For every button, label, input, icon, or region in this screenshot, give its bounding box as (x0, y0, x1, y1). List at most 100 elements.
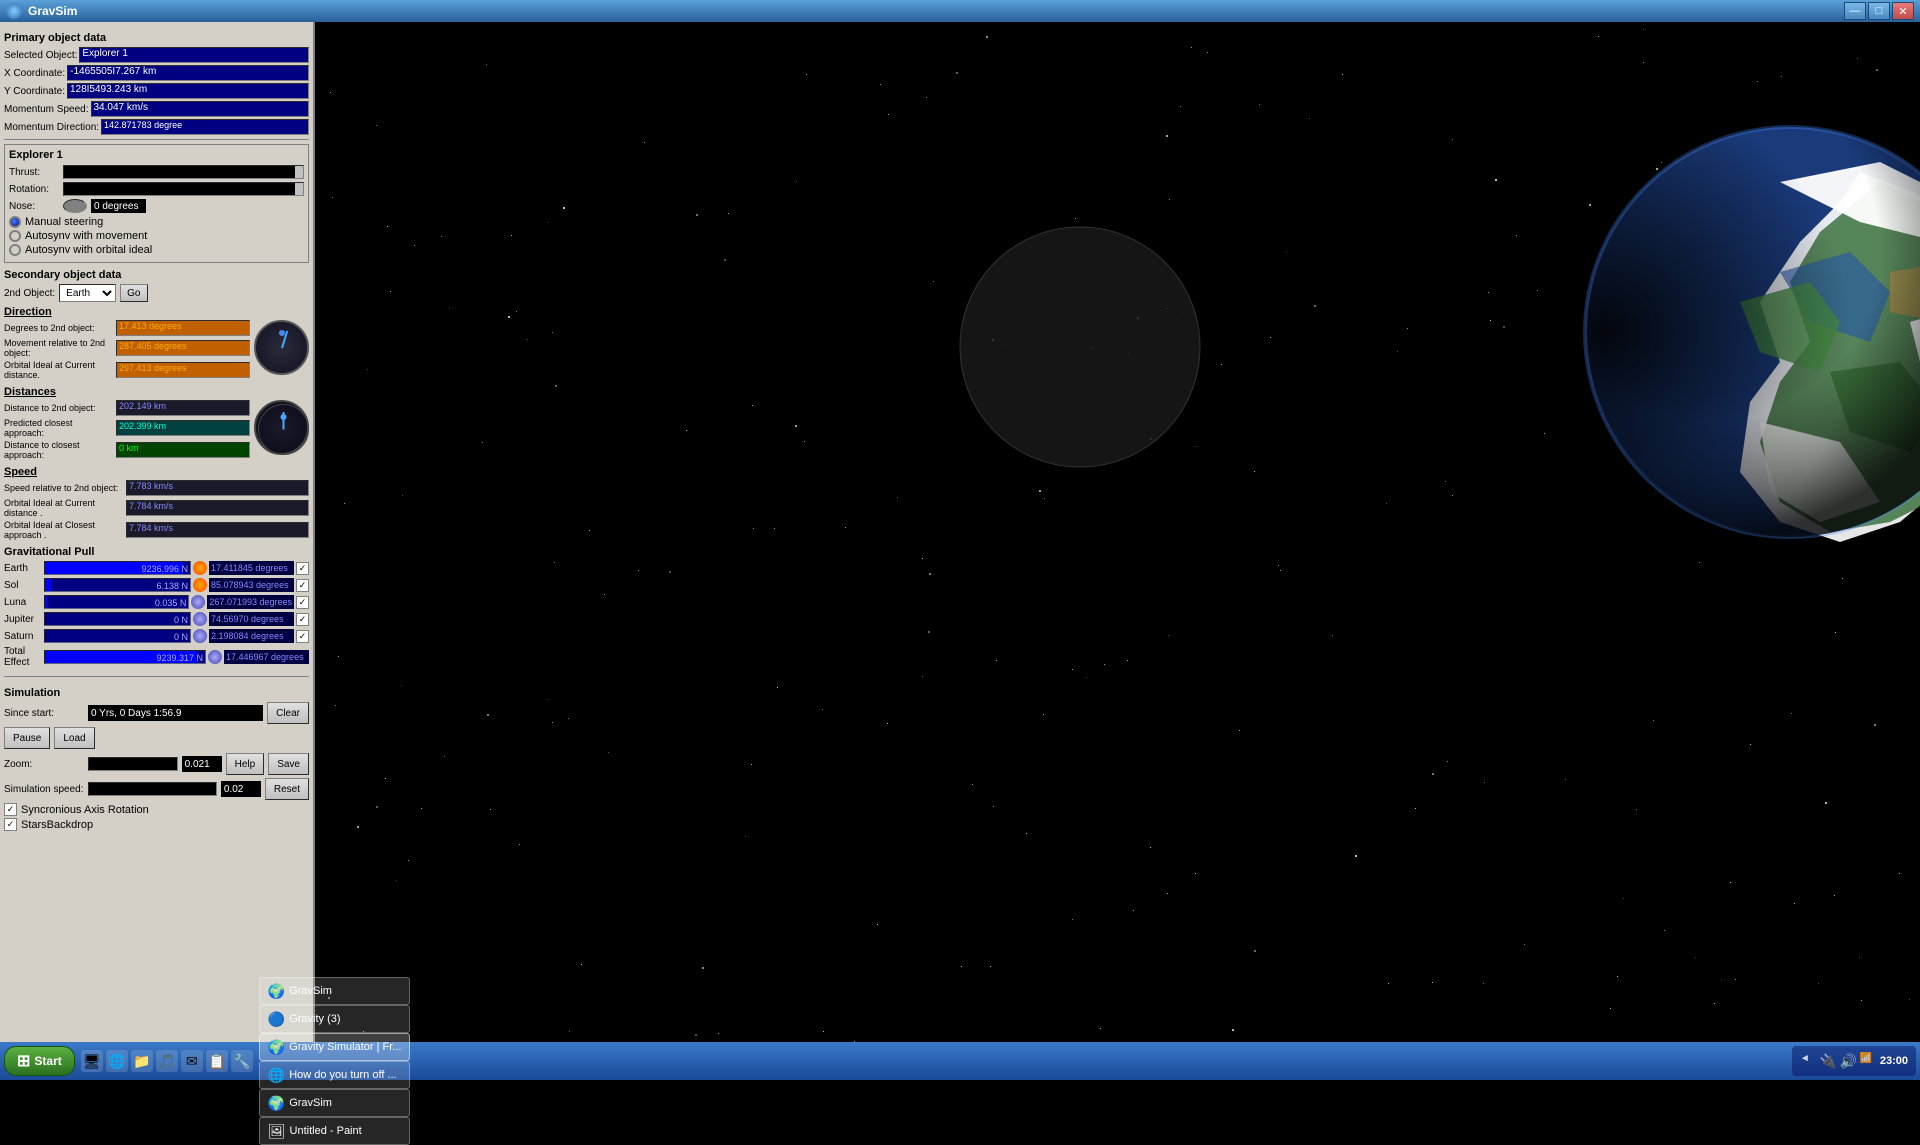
star (1757, 81, 1758, 82)
primary-section-title: Primary object data (4, 32, 309, 44)
taskbar-btn-untitled-paint[interactable]: 🖼 Untitled - Paint (259, 1117, 411, 1145)
star (1280, 570, 1281, 571)
star (1452, 139, 1453, 140)
radio-manual[interactable] (9, 216, 21, 228)
tray-arrow[interactable]: ◄ (1800, 1053, 1816, 1069)
star (552, 332, 553, 333)
star (1259, 104, 1260, 105)
star (396, 880, 397, 881)
taskbar-icon-media[interactable]: 🎵 (156, 1050, 178, 1072)
earth-container (1580, 122, 1920, 542)
star (444, 756, 445, 757)
taskbar-icon-ie[interactable]: 🌐 (106, 1050, 128, 1072)
sim-speed-slider[interactable] (88, 782, 217, 796)
star (1432, 982, 1433, 983)
taskbar-btn-gravity3[interactable]: 🔵Gravity (3) (259, 1005, 411, 1033)
reset-button[interactable]: Reset (265, 778, 309, 800)
taskbar-btn-icon: 🖼 (268, 1123, 286, 1140)
grav-row: Luna0.035 N267.071993 degrees✓ (4, 595, 309, 609)
pause-button[interactable]: Pause (4, 727, 50, 749)
star (589, 530, 590, 531)
star (568, 718, 569, 719)
star (933, 281, 934, 282)
star (1488, 292, 1489, 293)
pred-closest-row: Predicted closest approach: 202.399 km (4, 418, 250, 438)
taskbar-icon-extra2[interactable]: 🔧 (231, 1050, 253, 1072)
taskbar-btn-gravsim-2[interactable]: 🌍GravSim (259, 1089, 411, 1117)
orbital-ideal-label: Orbital Ideal at Current distance. (4, 360, 114, 380)
taskbar-icon-folder[interactable]: 📁 (131, 1050, 153, 1072)
sim-speed-label: Simulation speed: (4, 784, 84, 795)
grav-name: Total Effect (4, 646, 42, 668)
taskbar-btn-how-do-you[interactable]: 🌐How do you turn off ... (259, 1061, 411, 1089)
synvros-checkbox[interactable] (4, 803, 17, 816)
main-layout: Primary object data Selected Object: Exp… (0, 22, 1920, 1042)
start-button[interactable]: ⊞ Start (4, 1046, 75, 1076)
zoom-slider[interactable] (88, 757, 178, 771)
rotation-slider[interactable] (63, 182, 304, 196)
sim-speed-row: Simulation speed: 0.02 Reset (4, 778, 309, 800)
star (1168, 635, 1169, 636)
tray-signal[interactable]: 📶 (1860, 1053, 1876, 1069)
momentum-dir-label: Momentum Direction: (4, 122, 99, 133)
tray-volume[interactable]: 🔊 (1840, 1053, 1856, 1069)
grav-bar-container: 0.035 N (44, 595, 189, 609)
star (548, 222, 549, 223)
save-button[interactable]: Save (268, 753, 309, 775)
taskbar-btn-label: Untitled - Paint (290, 1125, 362, 1137)
close-button[interactable]: ✕ (1892, 2, 1914, 20)
grav-bar-container: 6.138 N (44, 578, 191, 592)
taskbar-buttons: 🌍GravSim🔵Gravity (3)🌍Gravity Simulator |… (259, 977, 411, 1145)
dist-closest-label: Distance to closest approach: (4, 440, 114, 460)
star (728, 213, 729, 214)
since-start-row: Since start: 0 Yrs, 0 Days 1:56.9 Clear (4, 702, 309, 724)
star (421, 808, 422, 809)
thrust-slider[interactable] (63, 165, 304, 179)
grav-checkbox[interactable]: ✓ (296, 579, 309, 592)
obj2-select[interactable]: Earth Sol Luna Jupiter Saturn (59, 284, 116, 302)
star (806, 74, 807, 75)
taskbar-btn-gravsim-app[interactable]: 🌍GravSim (259, 977, 411, 1005)
go-button[interactable]: Go (120, 284, 147, 302)
radio-autosynv-orbital[interactable] (9, 244, 21, 256)
maximize-button[interactable]: □ (1868, 2, 1890, 20)
star (408, 860, 409, 861)
taskbar-icon-extra1[interactable]: 📋 (206, 1050, 228, 1072)
start-label: Start (34, 1054, 61, 1068)
star (1617, 976, 1618, 977)
app-icon (6, 3, 22, 19)
radio-autosynv-movement[interactable] (9, 230, 21, 242)
star (1452, 495, 1453, 496)
radio-movement-row: Autosynv with movement (9, 230, 304, 242)
dist-to-2nd-label: Distance to 2nd object: (4, 403, 114, 413)
taskbar-icon-desktop[interactable]: 🖥 (81, 1050, 103, 1072)
grav-checkbox[interactable]: ✓ (296, 630, 309, 643)
pred-closest-label: Predicted closest approach: (4, 418, 114, 438)
grav-force: 6.138 N (156, 579, 188, 592)
direction-title: Direction (4, 306, 309, 318)
taskbar-icon-mail[interactable]: ✉ (181, 1050, 203, 1072)
grav-checkbox[interactable]: ✓ (296, 596, 309, 609)
orbital-closest-label: Orbital Ideal at Closest approach . (4, 520, 124, 540)
star (414, 245, 415, 246)
help-button[interactable]: Help (226, 753, 265, 775)
star (961, 966, 962, 967)
app-title: GravSim (28, 4, 77, 18)
star (581, 964, 582, 965)
star (644, 142, 645, 143)
grav-checkbox[interactable]: ✓ (296, 562, 309, 575)
star (1254, 471, 1255, 472)
x-label: X Coordinate: (4, 68, 65, 79)
tray-network[interactable]: 🔌 (1820, 1053, 1836, 1069)
load-button[interactable]: Load (54, 727, 94, 749)
star (1415, 808, 1416, 809)
minimize-button[interactable]: — (1844, 2, 1866, 20)
star (1544, 433, 1545, 434)
stars-checkbox[interactable] (4, 818, 17, 831)
clear-button[interactable]: Clear (267, 702, 309, 724)
taskbar-btn-grav-sim-fr[interactable]: 🌍Gravity Simulator | Fr... (259, 1033, 411, 1061)
distance-compass (254, 400, 309, 455)
grav-checkbox[interactable]: ✓ (296, 613, 309, 626)
orbital-closest-row: Orbital Ideal at Closest approach . 7.78… (4, 520, 309, 540)
star (367, 369, 368, 370)
